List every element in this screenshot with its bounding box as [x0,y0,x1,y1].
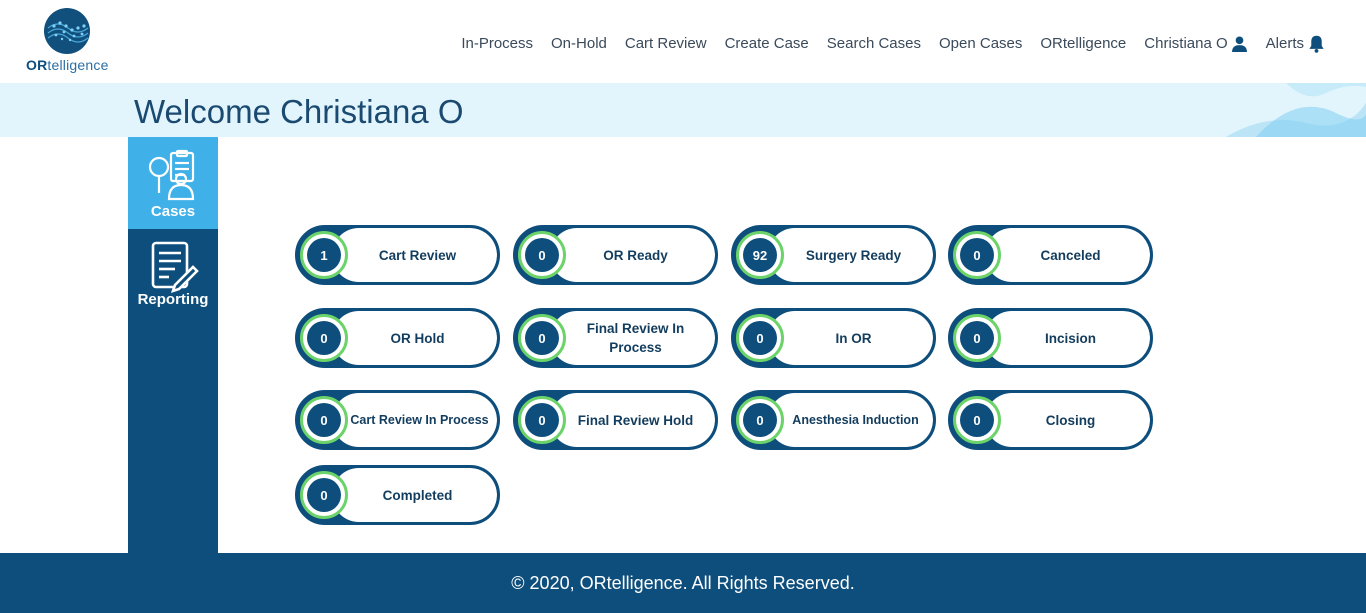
tile-label: Closing [1045,412,1096,428]
copyright-text: © 2020, ORtelligence. All Rights Reserve… [511,573,855,593]
nav-user-menu[interactable]: Christiana O [1144,35,1247,52]
tile-label: In OR [835,330,872,346]
tile-label: Canceled [1040,247,1101,263]
sidebar-item-label: Cases [150,203,196,220]
nav-open-cases[interactable]: Open Cases [939,35,1022,52]
nav-on-hold[interactable]: On-Hold [551,35,607,52]
tile-label: Completed [382,487,453,503]
logo-wordmark: ORtelligence [26,57,109,73]
status-tile-surgery-ready[interactable]: Surgery Ready 92 [731,225,936,285]
status-tile-final-review-hold[interactable]: Final Review Hold 0 [513,390,718,450]
tile-count-badge: 0 [953,314,1001,362]
nav-ortelligence[interactable]: ORtelligence [1040,35,1126,52]
status-tile-anesthesia-induction[interactable]: Anesthesia Induction 0 [731,390,936,450]
tile-label: Final Review Hold [577,412,694,428]
tile-count-badge: 0 [300,396,348,444]
nav-cart-review[interactable]: Cart Review [625,35,707,52]
tile-label: Surgery Ready [805,247,902,263]
status-tile-cart-review[interactable]: Cart Review 1 [295,225,500,285]
top-header: ORtelligence In-Process On-Hold Cart Rev… [0,0,1366,83]
status-tile-final-review-in-process[interactable]: Final Review In Process 0 [513,308,718,368]
status-tile-or-hold[interactable]: OR Hold 0 [295,308,500,368]
tile-label: Anesthesia Induction [792,412,919,427]
logo-mark-icon [44,8,90,54]
sidebar-item-label: Reporting [137,291,209,308]
tile-count-badge: 0 [953,396,1001,444]
status-tile-in-or[interactable]: In OR 0 [731,308,936,368]
sidebar-item-reporting[interactable]: Reporting [128,229,218,321]
footer: © 2020, ORtelligence. All Rights Reserve… [0,553,1366,613]
bell-icon [1309,35,1324,53]
ortelligence-logo[interactable]: ORtelligence [24,8,114,76]
cases-icon [148,149,195,201]
top-nav: In-Process On-Hold Cart Review Create Ca… [443,34,1326,53]
tile-count-badge: 0 [300,314,348,362]
tile-label: Final Review In Process [586,321,685,355]
welcome-banner: Welcome Christiana O [0,83,1366,137]
status-tile-or-ready[interactable]: OR Ready 0 [513,225,718,285]
status-tile-closing[interactable]: Closing 0 [948,390,1153,450]
tile-label: Incision [1044,330,1096,346]
tile-count-badge: 0 [300,471,348,519]
tile-label: OR Hold [390,330,445,346]
tile-count-badge: 0 [736,396,784,444]
page-title: Welcome Christiana O [134,93,464,130]
nav-alerts[interactable]: Alerts [1266,34,1326,53]
status-tile-canceled[interactable]: Canceled 0 [948,225,1153,285]
nav-search-cases[interactable]: Search Cases [827,35,921,52]
report-icon [151,241,199,294]
nav-create-case[interactable]: Create Case [725,35,809,52]
tile-count-badge: 0 [953,231,1001,279]
tile-label: OR Ready [603,247,668,263]
tile-count-badge: 0 [518,231,566,279]
tile-count-badge: 0 [518,314,566,362]
tile-count-badge: 1 [300,231,348,279]
decorative-wave-graphic [1226,83,1366,137]
sidebar-item-cases[interactable]: Cases [128,137,218,229]
status-tile-completed[interactable]: Completed 0 [295,465,500,525]
tile-count-badge: 0 [518,396,566,444]
tile-label: Cart Review In Process [350,412,489,427]
status-tile-cart-review-in-process[interactable]: Cart Review In Process 0 [295,390,500,450]
tile-count-badge: 92 [736,231,784,279]
tile-label: Cart Review [378,247,457,263]
nav-in-process[interactable]: In-Process [461,35,533,52]
sidebar: Cases Reporting [128,137,218,553]
status-tile-incision[interactable]: Incision 0 [948,308,1153,368]
tile-count-badge: 0 [736,314,784,362]
user-icon [1231,36,1247,52]
